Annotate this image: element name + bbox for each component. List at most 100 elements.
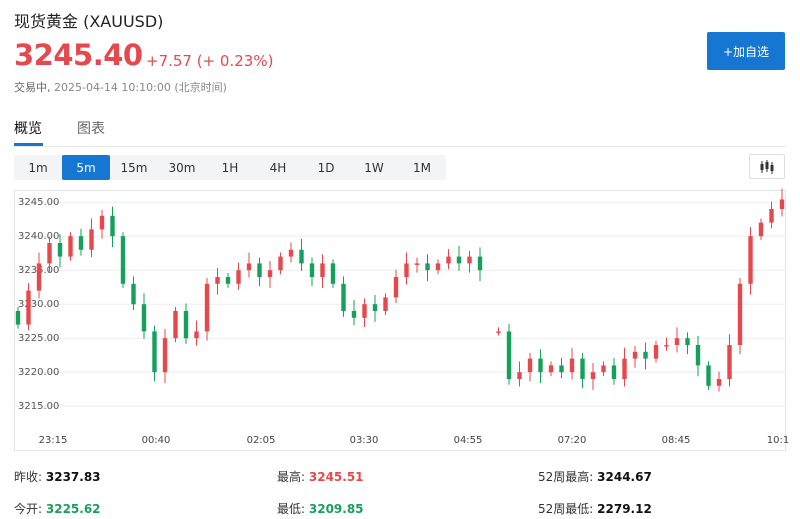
stat-value: 3244.67 <box>597 470 652 484</box>
candle-body <box>506 331 512 379</box>
candle-body <box>467 256 472 264</box>
candle-body <box>257 263 262 277</box>
stat-52w-low: 52周最低: 2279.12 <box>538 500 652 517</box>
candle-body <box>758 222 764 237</box>
candle-body <box>496 331 501 333</box>
stat-label: 52周最低: <box>538 502 594 516</box>
candle-body <box>246 263 252 271</box>
candle-body <box>68 236 73 257</box>
x-tick-label: 10:1 <box>767 435 789 446</box>
stat-label: 昨收: <box>14 470 43 484</box>
candle-body <box>580 358 585 379</box>
y-tick-label: 3245.00 <box>18 197 59 208</box>
candle-body <box>685 338 690 345</box>
candle-body <box>15 311 21 325</box>
candle-body <box>173 311 178 339</box>
candle-body <box>236 270 241 284</box>
candle-body <box>706 365 711 386</box>
candle-body <box>47 243 52 264</box>
candle-body <box>404 263 409 277</box>
candle-body <box>267 270 273 277</box>
candle-body <box>309 263 315 277</box>
candle-body <box>152 331 157 373</box>
candle-body <box>110 215 115 237</box>
candle-body <box>393 277 399 298</box>
candle-body <box>748 236 753 284</box>
candle-body <box>737 283 743 345</box>
candle-body <box>569 358 575 373</box>
stat-open: 今开: 3225.62 <box>14 500 101 517</box>
candle-body <box>57 243 63 257</box>
candle-body <box>601 365 606 373</box>
stat-value: 3225.62 <box>45 502 101 516</box>
stat-prev-close: 昨收: 3237.83 <box>14 468 101 485</box>
candle-body <box>36 263 42 291</box>
x-tick-label: 00:40 <box>142 435 171 446</box>
candle-body <box>162 338 168 373</box>
candle-body <box>341 283 346 311</box>
candle-body <box>425 263 430 271</box>
candle-body <box>727 345 732 379</box>
candle-body <box>330 263 336 284</box>
candle-body <box>622 358 627 379</box>
candle-body <box>225 277 231 284</box>
x-tick-label: 07:20 <box>558 435 587 446</box>
stat-value: 3245.51 <box>308 470 364 484</box>
candle-body <box>643 351 648 359</box>
y-tick-label: 3240.00 <box>18 231 59 242</box>
candle-body <box>278 256 283 271</box>
candle-body <box>362 304 367 318</box>
candle-body <box>288 249 294 257</box>
stat-label: 最高: <box>277 470 306 484</box>
stat-value: 2279.12 <box>597 502 652 516</box>
candle-body <box>183 311 189 339</box>
candle-body <box>446 256 451 264</box>
candle-body <box>590 372 596 379</box>
stat-low: 最低: 3209.85 <box>277 500 364 517</box>
y-tick-label: 3225.00 <box>18 333 59 344</box>
stat-value: 3209.85 <box>308 502 364 516</box>
candle-body <box>435 263 441 271</box>
candle-body <box>120 236 126 284</box>
candle-body <box>299 249 304 264</box>
candle-body <box>99 215 105 230</box>
candle-body <box>320 263 325 277</box>
candle-body <box>632 351 638 359</box>
candle-body <box>141 304 147 332</box>
candle-body <box>527 358 533 373</box>
candle-body <box>414 263 420 265</box>
candle-body <box>674 338 680 345</box>
candle-body <box>78 236 84 250</box>
candle-body <box>131 283 136 305</box>
x-tick-label: 02:05 <box>247 435 276 446</box>
candle-body <box>664 345 669 347</box>
stat-high: 最高: 3245.51 <box>277 468 364 485</box>
stat-value: 3237.83 <box>45 470 101 484</box>
candle-body <box>215 277 220 284</box>
candle-body <box>769 209 774 223</box>
candle-body <box>477 256 483 271</box>
price-chart: 3245.003240.003235.003230.003225.003220.… <box>15 188 789 446</box>
candle-body <box>695 345 701 366</box>
candle-body <box>26 290 31 325</box>
candle-body <box>779 199 785 209</box>
candle-body <box>538 358 543 373</box>
candle-body <box>372 304 378 311</box>
x-tick-label: 03:30 <box>350 435 379 446</box>
candle-body <box>456 256 462 264</box>
stat-label: 今开: <box>14 502 43 516</box>
y-tick-label: 3220.00 <box>18 367 59 378</box>
candle-body <box>204 283 210 332</box>
candle-body <box>559 365 564 373</box>
x-tick-label: 08:45 <box>662 435 691 446</box>
candle-body <box>351 311 357 318</box>
candle-body <box>548 365 554 373</box>
stat-label: 52周最高: <box>538 470 594 484</box>
candle-body <box>517 372 522 379</box>
y-tick-label: 3230.00 <box>18 299 59 310</box>
candle-body <box>611 365 617 379</box>
candle-body <box>383 297 388 311</box>
x-tick-label: 23:15 <box>39 435 68 446</box>
candle-body <box>716 379 722 386</box>
stat-label: 最低: <box>277 502 306 516</box>
